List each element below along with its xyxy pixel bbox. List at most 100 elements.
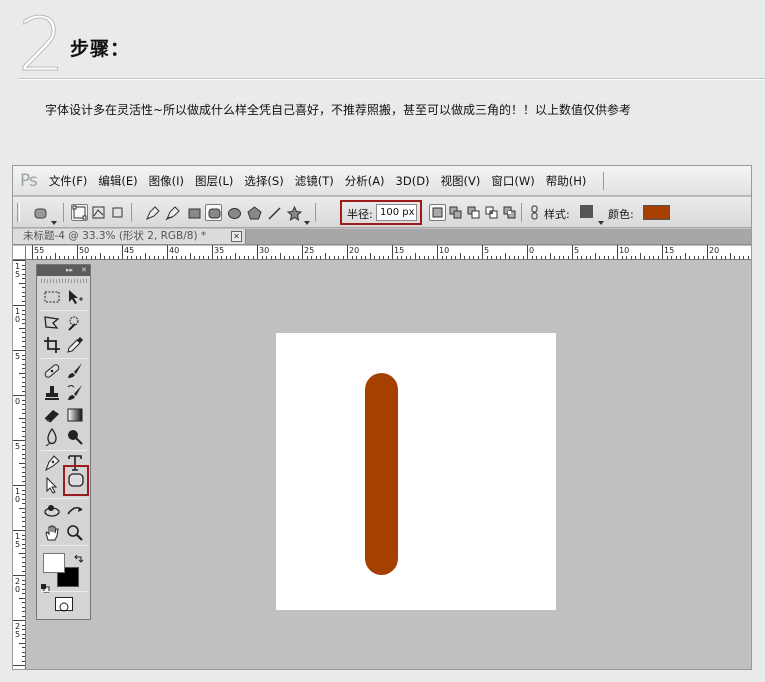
rounded-rectangle-shape-button[interactable] <box>205 204 222 221</box>
eraser-tool[interactable] <box>42 405 62 425</box>
ruler-tick <box>50 256 51 259</box>
quick-mask-button[interactable] <box>55 597 73 612</box>
collapse-icon[interactable]: ▸▸ <box>66 265 73 275</box>
pen-icon <box>45 455 60 472</box>
pen-tool[interactable] <box>42 453 62 473</box>
menu-image[interactable]: 图像(I) <box>149 173 184 189</box>
hand-tool[interactable] <box>42 523 62 543</box>
ruler-tick <box>324 253 326 259</box>
brush-tool[interactable] <box>65 361 85 381</box>
menu-layer[interactable]: 图层(L) <box>195 173 233 189</box>
custom-shape-button[interactable] <box>285 204 303 222</box>
ruler-tick <box>22 399 25 401</box>
ruler-tick <box>22 422 25 423</box>
menu-file[interactable]: 文件(F) <box>49 173 88 189</box>
line-shape-button[interactable] <box>265 204 282 221</box>
close-icon[interactable]: ✕ <box>231 231 242 242</box>
ellipse-shape-button[interactable] <box>225 204 242 221</box>
close-icon[interactable]: ✕ <box>81 265 87 275</box>
ruler-tick <box>19 282 25 284</box>
lasso-tool[interactable] <box>42 313 62 333</box>
ruler-tick <box>185 256 186 259</box>
ruler-tick <box>86 256 87 259</box>
rectangle-shape-button[interactable] <box>185 204 202 221</box>
foreground-color-swatch[interactable] <box>43 553 65 573</box>
chevron-down-icon[interactable] <box>304 210 310 225</box>
fill-color-swatch[interactable] <box>643 205 670 220</box>
ruler-tick <box>22 296 25 297</box>
polygon-shape-button[interactable] <box>245 204 262 221</box>
dodge-tool[interactable] <box>65 427 85 447</box>
menu-3d[interactable]: 3D(D) <box>396 174 430 188</box>
tools-panel-grip[interactable] <box>41 279 87 283</box>
menu-view[interactable]: 视图(V) <box>441 173 481 189</box>
ruler-tick <box>315 256 317 259</box>
chevron-down-icon[interactable] <box>51 210 57 225</box>
document-canvas[interactable] <box>276 333 556 610</box>
ruler-tick <box>22 570 25 572</box>
history-brush-tool[interactable] <box>65 383 85 403</box>
paths-mode-button[interactable] <box>90 204 107 221</box>
ruler-tick <box>22 354 25 356</box>
ruler-tick <box>13 395 25 396</box>
exclude-shape-button[interactable] <box>501 204 518 221</box>
dodge-icon <box>68 430 83 445</box>
intersect-shape-button[interactable] <box>483 204 500 221</box>
chevron-down-icon[interactable] <box>598 210 604 225</box>
quick-selection-tool[interactable] <box>65 313 85 333</box>
menu-window[interactable]: 窗口(W) <box>491 173 534 189</box>
clone-stamp-tool[interactable] <box>42 383 62 403</box>
healing-brush-tool[interactable] <box>42 361 62 381</box>
path-selection-tool[interactable] <box>42 475 62 495</box>
ruler-tick <box>22 314 25 315</box>
ruler-tick <box>675 256 677 259</box>
ruler-tick <box>126 256 128 259</box>
tools-panel-header[interactable]: ▸▸ ✕ <box>37 265 90 276</box>
ruler-tick <box>230 256 231 259</box>
link-layer-style-button[interactable] <box>526 204 543 221</box>
menu-help[interactable]: 帮助(H) <box>546 173 587 189</box>
style-label: 样式: <box>544 208 570 221</box>
zoom-tool[interactable] <box>65 523 85 543</box>
fill-pixels-mode-button[interactable] <box>109 204 126 221</box>
crop-tool[interactable] <box>42 335 62 355</box>
create-new-shape-button[interactable] <box>429 204 446 221</box>
ruler-tick <box>365 256 366 259</box>
menu-filter[interactable]: 滤镜(T) <box>295 173 334 189</box>
3d-orbit-tool[interactable] <box>65 501 85 521</box>
add-to-shape-button[interactable] <box>447 204 464 221</box>
ruler-tick <box>428 256 429 259</box>
marquee-tool[interactable] <box>42 287 62 307</box>
ruler-tick <box>13 620 25 621</box>
options-separator <box>315 203 316 222</box>
3d-rotate-tool[interactable] <box>42 501 62 521</box>
ruler-tick <box>22 629 25 630</box>
ruler-tick <box>621 256 623 259</box>
tool-preset-picker[interactable] <box>31 204 48 221</box>
ruler-tick <box>180 256 182 259</box>
menu-analysis[interactable]: 分析(A) <box>345 173 385 189</box>
ruler-tick <box>383 256 384 259</box>
menu-select[interactable]: 选择(S) <box>244 173 283 189</box>
swap-colors-icon[interactable] <box>73 549 84 563</box>
shape-layers-mode-button[interactable] <box>71 204 88 221</box>
move-tool[interactable] <box>65 287 85 307</box>
eyedropper-tool[interactable] <box>65 335 85 355</box>
pen-tool-button[interactable] <box>143 204 160 221</box>
ruler-tick <box>387 256 389 259</box>
ruler-tick <box>22 345 25 347</box>
freeform-pen-button[interactable] <box>163 204 180 221</box>
ruler-origin[interactable] <box>13 246 26 260</box>
ruler-tick <box>45 256 47 259</box>
ruler-tick <box>22 593 25 594</box>
blur-tool[interactable] <box>42 427 62 447</box>
ruler-tick <box>522 256 524 259</box>
document-tab[interactable]: 未标题-4 @ 33.3% (形状 2, RGB/8) * ✕ <box>13 229 246 245</box>
default-colors-icon[interactable] <box>41 578 50 593</box>
ruler-tick <box>671 256 672 259</box>
subtract-shape-button[interactable] <box>465 204 482 221</box>
style-swatch[interactable] <box>580 205 593 218</box>
menu-edit[interactable]: 编辑(E) <box>98 173 137 189</box>
radius-input[interactable]: 100 px <box>376 204 417 221</box>
gradient-tool[interactable] <box>65 405 85 425</box>
